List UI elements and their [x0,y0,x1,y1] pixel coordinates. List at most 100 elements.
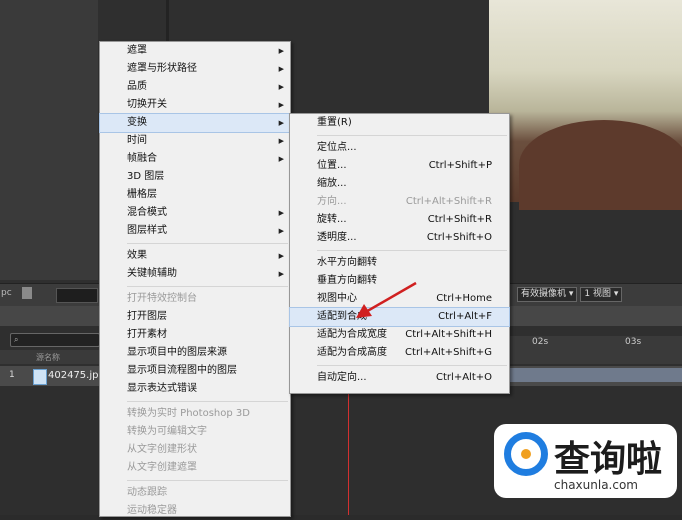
transform-submenu: 重置(R) 定位点... 位置... Ctrl+Shift+P 缩放... 方向... Ct… [289,113,510,394]
layer-menu-item[interactable]: 时间 ▶ [100,132,290,150]
submenu-arrow-icon: ▶ [278,101,284,109]
transform-menu-item[interactable]: 旋转... Ctrl+Shift+R [290,211,509,229]
layer-menu-item[interactable]: 3D 图层 [100,168,290,186]
layer-menu-item-label: 打开特效控制台 [127,293,197,304]
bit-depth-label[interactable]: pc [1,288,12,298]
layer-name: 402475.jpg [48,370,105,381]
transform-menu-item[interactable]: 适配为合成高度 Ctrl+Alt+Shift+G [290,344,509,362]
menu-separator [127,286,288,287]
layer-menu-item[interactable]: 遮罩 ▶ [100,42,290,60]
layer-menu-item[interactable]: 打开图层 [100,308,290,326]
menu-separator [127,480,288,481]
layer-menu-item[interactable]: 关键帧辅助 ▶ [100,265,290,283]
time-ruler[interactable]: 02s 03s [505,336,682,350]
layer-menu-item: 从文字创建遮罩 [100,459,290,477]
annotation-arrow-icon [356,281,417,318]
layer-menu-item[interactable]: 变换 ▶ [99,113,291,133]
status-field[interactable] [56,288,98,303]
layer-menu-item: 动态跟踪 [100,484,290,502]
transform-menu-item-label: 水平方向翻转 [317,257,377,268]
transform-menu-item-label: 位置... [317,160,347,171]
submenu-arrow-icon: ▶ [278,47,284,55]
transform-menu-item[interactable]: 透明度... Ctrl+Shift+O [290,229,509,247]
shortcut-label: Ctrl+Alt+Shift+R [405,196,492,207]
layer-menu-item[interactable]: 品质 ▶ [100,78,290,96]
layer-menu-item-label: 打开图层 [127,311,167,322]
shortcut-label: Ctrl+Home [436,293,492,304]
camera-dropdown[interactable]: 有效摄像机 ▾ [517,287,578,302]
layer-menu-item-label: 时间 [127,135,147,146]
transform-menu-item-label: 自动定向... [317,372,367,383]
watermark-cn: 查询啦 [554,439,663,480]
layer-context-menu: 遮罩 ▶ 遮罩与形状路径 ▶ 品质 ▶ 切换开关 ▶ 变换 ▶ 时间 ▶ 帧融合 ▶ 3D 图层 栅格层 混合模… [99,41,291,517]
layer-menu-item[interactable]: 帧融合 ▶ [100,150,290,168]
transform-menu-item[interactable]: 位置... Ctrl+Shift+P [290,157,509,175]
search-icon: ⌕ [14,335,19,344]
layer-number: 1 [9,370,15,380]
layer-menu-item-label: 运动稳定器 [127,505,177,516]
transform-menu-item-label: 缩放... [317,178,347,189]
transform-menu-item: 方向... Ctrl+Alt+Shift+R [290,193,509,211]
layer-menu-item[interactable]: 遮罩与形状路径 ▶ [100,60,290,78]
transform-menu-item[interactable]: 缩放... [290,175,509,193]
submenu-arrow-icon: ▶ [278,119,284,127]
transform-menu-item-label: 透明度... [317,232,357,243]
layer-menu-item-label: 混合模式 [127,207,167,218]
magnifier-logo-icon [504,432,548,476]
submenu-arrow-icon: ▶ [278,209,284,217]
image-file-icon [33,369,47,385]
layer-menu-item[interactable]: 效果 ▶ [100,247,290,265]
menu-separator [317,250,507,251]
transform-menu-item-label: 定位点... [317,142,357,153]
layer-menu-item-label: 转换为可编辑文字 [127,426,207,437]
layer-menu-item[interactable]: 混合模式 ▶ [100,204,290,222]
layer-menu-item-label: 效果 [127,250,147,261]
layer-menu-item: 打开特效控制台 [100,290,290,308]
layer-menu-item[interactable]: 打开素材 [100,326,290,344]
shortcut-label: Ctrl+Shift+O [426,232,492,243]
transform-menu-item[interactable]: 自动定向... Ctrl+Alt+O [290,369,509,387]
shortcut-label: Ctrl+Alt+Shift+G [405,347,492,358]
layer-menu-item-label: 帧融合 [127,153,157,164]
menu-separator [317,365,507,366]
layer-menu-item[interactable]: 图层样式 ▶ [100,222,290,240]
image-rock [519,120,682,210]
views-dropdown[interactable]: 1 视图 ▾ [580,287,623,302]
layer-menu-item-label: 3D 图层 [127,171,165,182]
layer-duration-bar[interactable] [505,368,682,382]
layer-menu-item-label: 图层样式 [127,225,167,236]
layer-menu-item[interactable]: 显示项目中的图层来源 [100,344,290,362]
transform-menu-item[interactable]: 重置(R) [290,114,509,132]
transform-menu-item-label: 旋转... [317,214,347,225]
source-name-column[interactable]: 源名称 [36,352,60,363]
layer-menu-item-label: 显示项目中的图层来源 [127,347,227,358]
project-panel [0,0,98,280]
layer-menu-item-label: 转换为实时 Photoshop 3D [127,408,250,419]
layer-menu-item[interactable]: 栅格层 [100,186,290,204]
timeline-search-input[interactable]: ⌕ [10,333,100,347]
layer-menu-item-label: 显示项目流程图中的图层 [127,365,237,376]
layer-menu-item[interactable]: 显示表达式错误 [100,380,290,398]
layer-menu-item-label: 遮罩 [127,45,147,56]
menu-separator [317,135,507,136]
transform-menu-item[interactable]: 水平方向翻转 [290,254,509,272]
composition-viewer[interactable] [489,0,682,210]
layer-menu-item: 转换为可编辑文字 [100,423,290,441]
watermark-logo: 查询啦 chaxunla.com [494,424,677,498]
transform-menu-item[interactable]: 适配为合成宽度 Ctrl+Alt+Shift+H [290,326,509,344]
transform-menu-item[interactable]: 定位点... [290,139,509,157]
shortcut-label: Ctrl+Alt+O [436,372,492,383]
layer-menu-item[interactable]: 显示项目流程图中的图层 [100,362,290,380]
trash-icon[interactable] [22,287,32,299]
layer-menu-item-label: 从文字创建形状 [127,444,197,455]
layer-menu-item[interactable]: 切换开关 ▶ [100,96,290,114]
layer-menu-item-label: 从文字创建遮罩 [127,462,197,473]
watermark-en: chaxunla.com [554,478,638,492]
submenu-arrow-icon: ▶ [278,270,284,278]
layer-menu-item-label: 变换 [127,117,147,128]
shortcut-label: Ctrl+Shift+R [427,214,492,225]
menu-separator [127,243,288,244]
layer-menu-item: 从文字创建形状 [100,441,290,459]
layer-menu-item-label: 品质 [127,81,147,92]
shortcut-label: Ctrl+Shift+P [428,160,492,171]
